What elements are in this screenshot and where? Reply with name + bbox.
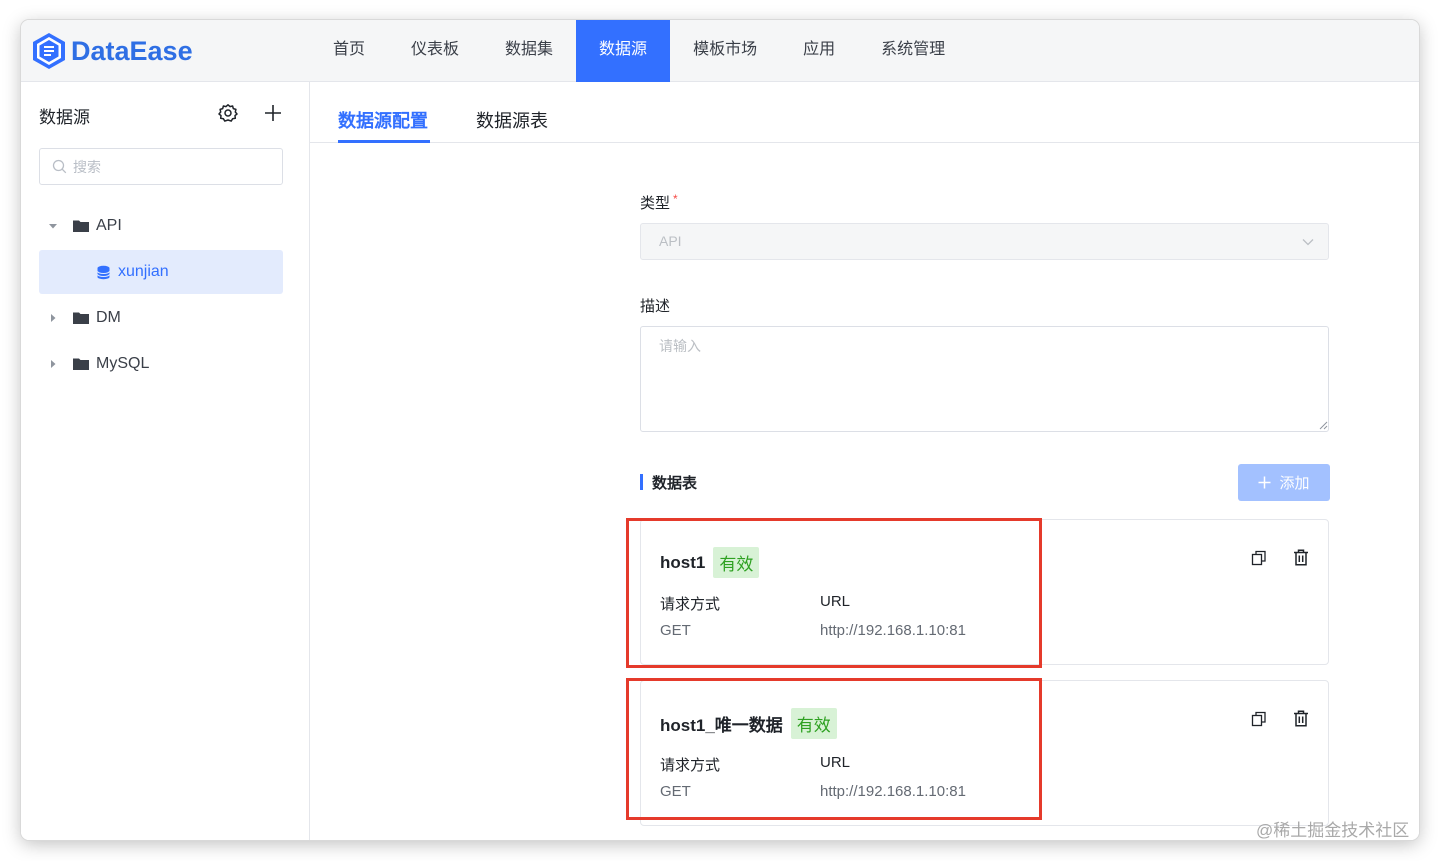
url-label: URL <box>820 593 851 610</box>
main-menu: 首页 仪表板 数据集 数据源 模板市场 应用 系统管理 <box>310 20 968 82</box>
tree-item-label: DM <box>96 309 121 326</box>
caret-right-icon[interactable] <box>47 358 59 370</box>
required-mark: * <box>673 192 678 206</box>
trash-icon[interactable] <box>1293 549 1309 566</box>
menu-item-dataset[interactable]: 数据集 <box>482 20 576 82</box>
type-label: 类型 * <box>640 192 678 213</box>
copy-icon[interactable] <box>1251 711 1267 727</box>
section-title-tables: 数据表 <box>652 475 698 492</box>
database-icon <box>97 265 110 279</box>
app-window: DataEase 首页 仪表板 数据集 数据源 模板市场 应用 系统管理 数据源 <box>21 20 1419 840</box>
sidebar-title: 数据源 <box>39 108 90 127</box>
plus-icon <box>1258 476 1271 489</box>
chevron-down-icon <box>1302 239 1314 246</box>
type-select-value: API <box>659 233 682 249</box>
search-input[interactable] <box>73 158 263 175</box>
active-tab-indicator <box>338 140 430 143</box>
tree-item-xunjian[interactable]: xunjian <box>39 250 283 294</box>
url-label: URL <box>820 754 851 771</box>
watermark: @稀土掘金技术社区 <box>1256 821 1410 840</box>
tab-datasource-config[interactable]: 数据源配置 <box>338 107 428 133</box>
resize-handle-icon[interactable] <box>1319 421 1328 430</box>
method-label: 请求方式 <box>660 757 721 774</box>
url-value: http://192.168.1.10:81 <box>820 622 966 639</box>
top-nav: DataEase 首页 仪表板 数据集 数据源 模板市场 应用 系统管理 <box>21 20 1419 82</box>
menu-item-apps[interactable]: 应用 <box>780 20 858 82</box>
method-label: 请求方式 <box>660 596 721 613</box>
search-icon <box>52 159 67 174</box>
plus-icon[interactable] <box>262 102 284 124</box>
caret-right-icon[interactable] <box>47 312 59 324</box>
menu-item-dashboard[interactable]: 仪表板 <box>388 20 482 82</box>
folder-icon <box>73 220 89 232</box>
logo[interactable]: DataEase <box>31 28 193 74</box>
url-value: http://192.168.1.10:81 <box>820 783 966 800</box>
dataease-logo-icon <box>33 33 65 69</box>
copy-icon[interactable] <box>1251 550 1267 566</box>
status-badge: 有效 <box>713 547 760 578</box>
gear-icon[interactable] <box>218 103 238 123</box>
menu-item-system[interactable]: 系统管理 <box>858 20 968 82</box>
description-label: 描述 <box>640 298 671 315</box>
sidebar: 数据源 API xunjian <box>21 82 310 840</box>
table-name: host1_唯一数据 <box>660 716 783 735</box>
menu-item-template-market[interactable]: 模板市场 <box>670 20 780 82</box>
logo-text: DataEase <box>71 35 193 66</box>
tab-datasource-tables[interactable]: 数据源表 <box>476 107 548 133</box>
section-accent-bar <box>640 474 643 490</box>
main-panel: 数据源配置 数据源表 类型* API 描述 数据表 添加 <box>310 82 1419 840</box>
method-value: GET <box>660 622 691 639</box>
table-card[interactable]: host1 有效 请求方式 URL GET http://192.168.1.1… <box>640 519 1329 665</box>
type-label-text: 类型 <box>640 195 671 212</box>
table-name: host1 <box>660 552 706 572</box>
tree-item-api[interactable]: API <box>39 204 283 248</box>
folder-icon <box>73 358 89 370</box>
tree-item-label: xunjian <box>118 263 169 280</box>
tab-bar: 数据源配置 数据源表 <box>310 82 1419 143</box>
tree-item-dm[interactable]: DM <box>39 296 283 340</box>
add-button-label: 添加 <box>1279 475 1310 492</box>
card-title: host1_唯一数据 有效 <box>660 708 837 739</box>
tree-item-label: MySQL <box>96 355 150 372</box>
status-badge: 有效 <box>790 708 837 739</box>
add-table-button[interactable]: 添加 <box>1238 464 1330 501</box>
table-card[interactable]: host1_唯一数据 有效 请求方式 URL GET http://192.16… <box>640 680 1329 826</box>
tree-item-mysql[interactable]: MySQL <box>39 342 283 386</box>
menu-item-home[interactable]: 首页 <box>310 20 388 82</box>
type-select[interactable]: API <box>640 223 1329 260</box>
description-textarea[interactable] <box>640 326 1329 432</box>
menu-item-datasource[interactable]: 数据源 <box>576 20 671 82</box>
caret-down-icon[interactable] <box>47 220 59 232</box>
search-box[interactable] <box>39 148 283 185</box>
trash-icon[interactable] <box>1293 710 1309 727</box>
card-title: host1 有效 <box>660 547 760 578</box>
tree-item-label: API <box>96 217 122 234</box>
folder-icon <box>73 312 89 324</box>
method-value: GET <box>660 783 691 800</box>
